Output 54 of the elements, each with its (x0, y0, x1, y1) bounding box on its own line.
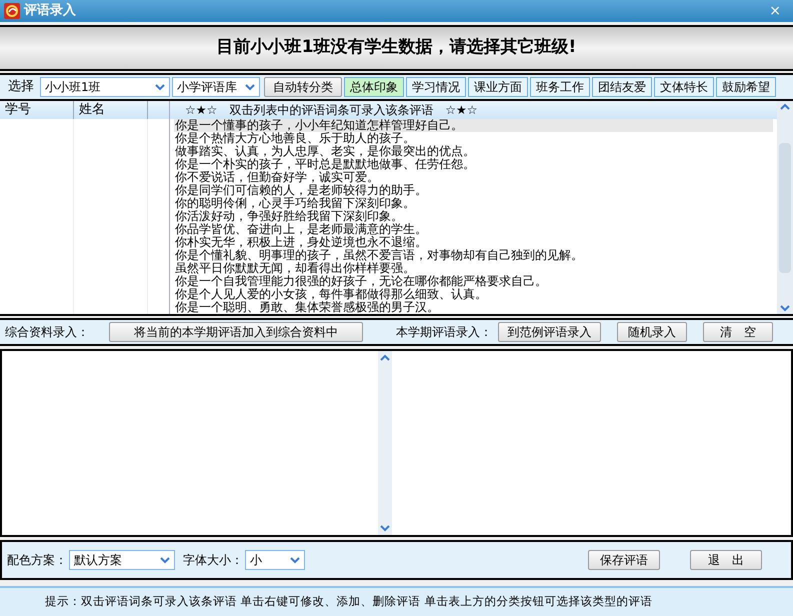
archive-label: 综合资料录入： (5, 324, 90, 341)
scrollbar[interactable] (378, 351, 392, 535)
comment-item[interactable]: 你是一个懂事的孩子，小小年纪知道怎样管理好自己。 (174, 119, 773, 132)
auto-classify-button[interactable]: 自动转分类 (264, 77, 342, 97)
list-header: ☆★☆ 双击列表中的评语词条可录入该条评语 ☆★☆ (185, 102, 478, 119)
comment-item[interactable]: 你不爱说话，但勤奋好学，诚实可爱。 (174, 171, 773, 184)
comment-item[interactable]: 你是一个聪明、勇敢、集体荣誉感极强的男子汉。 (174, 301, 773, 314)
column-header[interactable]: 姓名 (74, 101, 148, 119)
class-select[interactable]: 小小班1班 (40, 77, 170, 97)
category-tab[interactable]: 班务工作 (530, 77, 590, 97)
chevron-down-icon[interactable] (380, 523, 390, 533)
comment-item[interactable]: 做事踏实、认真，为人忠厚、老实，是你最突出的优点。 (174, 145, 773, 158)
random-entry-button[interactable]: 随机录入 (617, 322, 687, 342)
chevron-down-icon (290, 556, 300, 564)
comment-item[interactable]: 你是一个自我管理能力很强的好孩子，无论在哪你都能严格要求自己。 (174, 275, 773, 288)
category-tab[interactable]: 文体特长 (654, 77, 714, 97)
comment-text-area[interactable] (0, 349, 793, 537)
font-size-select[interactable]: 小 (245, 550, 305, 570)
comment-item[interactable]: 你是个懂礼貌、明事理的孩子，虽然不爱言语，对事物却有自己独到的见解。 (174, 249, 773, 262)
banner-text: 目前小小班1班没有学生数据，请选择其它班级! (216, 36, 576, 60)
category-tab[interactable]: 学习情况 (406, 77, 466, 97)
comment-item[interactable]: 你是一个朴实的孩子，平时总是默默地做事、任劳任怨。 (174, 158, 773, 171)
category-tab[interactable]: 总体印象 (344, 77, 404, 97)
status-hint: 提示：双击评语词条可录入该条评语 单击右键可修改、添加、删除评语 单击表上方的分类按钮可选择该类型的评语 (45, 593, 652, 610)
color-scheme-label: 配色方案： (7, 552, 67, 569)
category-tab[interactable]: 团结友爱 (592, 77, 652, 97)
comment-item[interactable]: 你是个热情大方心地善良、乐于助人的孩子。 (174, 132, 773, 145)
add-to-archive-button[interactable]: 将当前的本学期评语加入到综合资料中 (109, 322, 363, 342)
comment-item[interactable]: 你的聪明伶俐，心灵手巧给我留下深刻印象。 (174, 197, 773, 210)
column-header[interactable]: 学号 (0, 101, 74, 119)
scrollbar[interactable] (777, 101, 793, 314)
category-tab[interactable]: 鼓励希望 (716, 77, 776, 97)
comment-item[interactable]: 虽然平日你默默无闻，却看得出你样样要强。 (174, 262, 773, 275)
comment-item[interactable]: 你是个人见人爱的小女孩，每件事都做得那么细致、认真。 (174, 288, 773, 301)
library-select[interactable]: 小学评语库 (172, 77, 260, 97)
font-size-label: 字体大小： (183, 552, 243, 569)
exit-button[interactable]: 退 出 (690, 550, 762, 570)
select-label: 选择 (7, 78, 35, 96)
chevron-down-icon (245, 84, 255, 90)
save-comment-button[interactable]: 保存评语 (588, 550, 660, 570)
clear-button[interactable]: 清 空 (703, 322, 773, 342)
comment-item[interactable]: 你是同学们可信赖的人，是老师较得力的助手。 (174, 184, 773, 197)
chevron-up-icon[interactable] (380, 353, 390, 363)
color-scheme-select[interactable]: 默认方案 (69, 550, 175, 570)
chevron-down-icon (155, 84, 165, 90)
comment-item[interactable]: 你品学皆优、奋进向上，是老师最满意的学生。 (174, 223, 773, 236)
example-comment-button[interactable]: 到范例评语录入 (498, 322, 601, 342)
app-icon (4, 3, 20, 19)
comment-item[interactable]: 你活泼好动，争强好胜给我留下深刻印象。 (174, 210, 773, 223)
term-comment-label: 本学期评语录入： (396, 324, 493, 341)
window-title: 评语录入 (24, 2, 76, 20)
comment-item[interactable]: 你朴实无华，积极上进，身处逆境也永不退缩。 (174, 236, 773, 249)
chevron-down-icon (160, 556, 170, 564)
category-tab[interactable]: 课业方面 (468, 77, 528, 97)
